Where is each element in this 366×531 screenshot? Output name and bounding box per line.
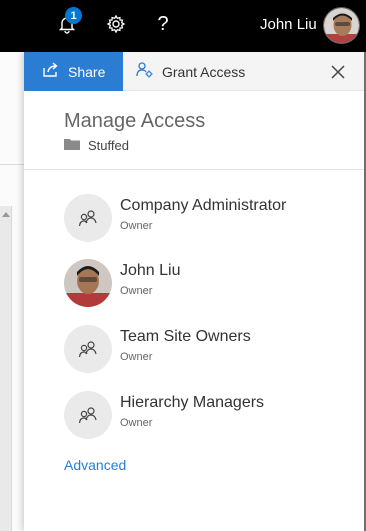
person-role: Owner [120, 285, 153, 297]
user-avatar[interactable] [323, 7, 360, 44]
close-icon[interactable] [329, 63, 347, 81]
person-name: Hierarchy Managers [120, 394, 265, 411]
top-bar: 1 ? John Liu [0, 0, 366, 52]
group-icon [64, 325, 112, 373]
panel-title: Manage Access [64, 110, 206, 132]
advanced-link[interactable]: Advanced [64, 457, 126, 473]
person-name: Company Administrator [120, 197, 287, 214]
tab-grant-access[interactable]: Grant Access [136, 52, 245, 91]
folder-name: Stuffed [88, 138, 129, 153]
tab-grant-access-label: Grant Access [162, 63, 246, 80]
notification-count-badge: 1 [65, 7, 82, 24]
tab-share[interactable]: Share [24, 52, 123, 91]
person-role: Owner [120, 417, 153, 429]
tab-share-label: Share [68, 63, 106, 80]
folder-icon [64, 138, 80, 153]
person-row[interactable]: Team Site Owners Owner [64, 325, 354, 373]
person-role: Owner [120, 220, 153, 232]
person-row[interactable]: Company Administrator Owner [64, 194, 354, 242]
scroll-up-arrow-icon[interactable] [2, 212, 10, 217]
grant-access-icon [136, 61, 154, 82]
person-name: John Liu [120, 262, 181, 279]
gear-icon[interactable] [104, 12, 128, 36]
manage-access-panel: Share Grant Access Manage Access Stuffed… [24, 52, 364, 531]
group-icon [64, 194, 112, 242]
person-role: Owner [120, 351, 153, 363]
section-divider [24, 169, 364, 170]
share-icon [42, 62, 60, 81]
person-row[interactable]: Hierarchy Managers Owner [64, 391, 354, 439]
background-divider [0, 164, 24, 165]
panel-tab-bar: Share Grant Access [24, 52, 364, 91]
help-icon[interactable]: ? [151, 12, 175, 36]
group-icon [64, 391, 112, 439]
background-scrollbar[interactable] [0, 206, 12, 531]
user-name[interactable]: John Liu [260, 16, 317, 33]
folder-line: Stuffed [64, 138, 129, 153]
person-row[interactable]: John Liu Owner [64, 259, 354, 307]
user-photo-avatar [64, 259, 112, 307]
person-name: Team Site Owners [120, 328, 251, 345]
